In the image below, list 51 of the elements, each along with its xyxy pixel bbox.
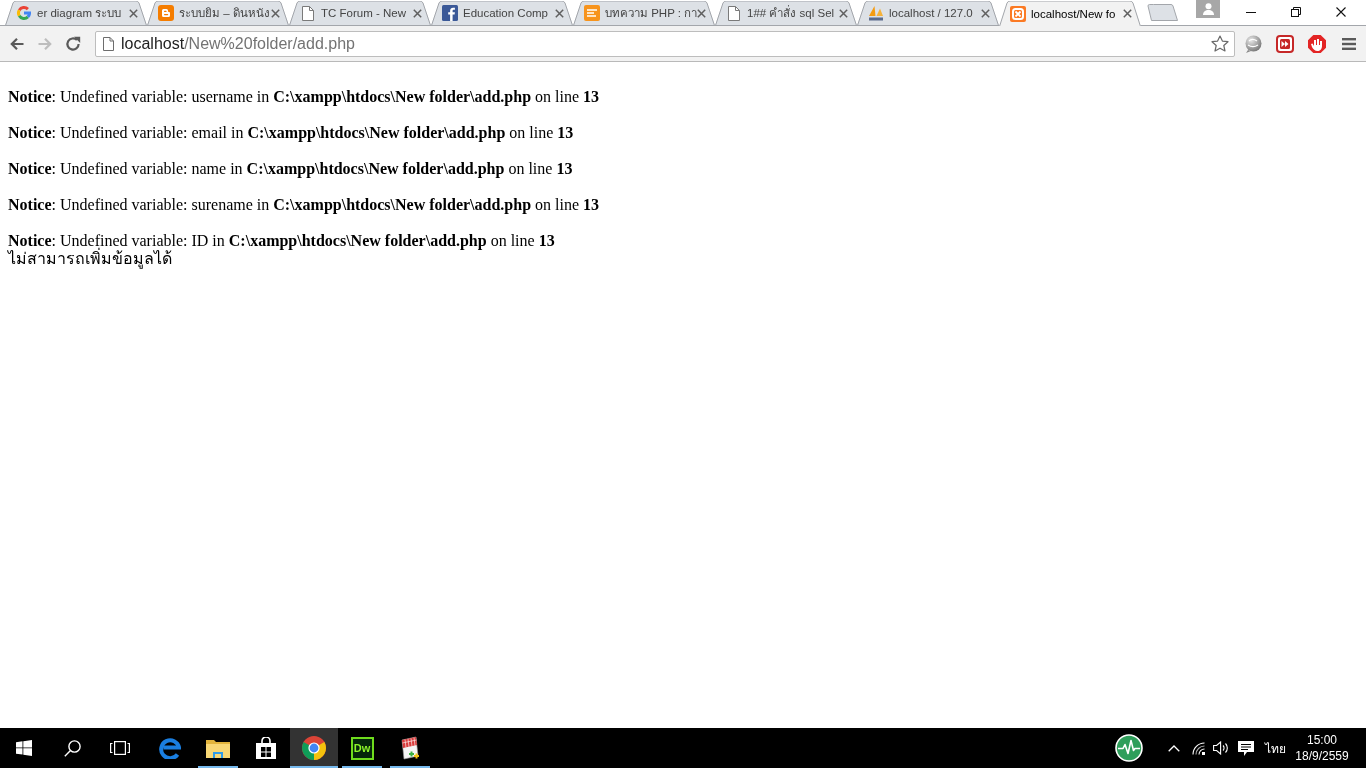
person-icon [1202, 3, 1214, 15]
notice-text: Notice: Undefined variable: email in C:\xampp\htdocs\New folder\add.php on line 13 [8, 124, 574, 142]
list-logo-icon [584, 5, 600, 21]
notice-text: Notice: Undefined variable: surename in C:\xampp\htdocs\New folder\add.php on line 13 [8, 196, 600, 214]
page-icon [728, 5, 740, 21]
b-logo-icon [158, 5, 174, 21]
e-logo-icon [159, 737, 181, 759]
taskbar-button[interactable] [290, 728, 338, 768]
notice-text: Notice: Undefined variable: name in C:\xampp\htdocs\New folder\add.php on line 13 [8, 160, 573, 178]
browser-tab[interactable]: ระบบยิม – ดินหนัง [147, 1, 289, 25]
speech-bubble-icon[interactable] [1243, 34, 1263, 53]
star-icon[interactable] [1211, 35, 1229, 52]
windows-logo-icon [16, 740, 32, 756]
clock-date[interactable]: 18/9/2559 [1295, 748, 1349, 764]
sail-logo-icon [868, 5, 884, 21]
restore-icon[interactable] [1290, 7, 1301, 17]
menu-icon[interactable] [1342, 37, 1356, 50]
shopping-bag-icon [255, 737, 277, 759]
g-logo-icon [16, 5, 32, 21]
f-logo-icon [442, 5, 458, 21]
clock-time[interactable]: 15:00 [1307, 732, 1337, 748]
notification-icon[interactable] [1238, 740, 1254, 756]
close-icon[interactable] [1335, 7, 1346, 17]
browser-tab[interactable]: er diagram ระบบ [5, 1, 147, 25]
notepad-icon [399, 736, 421, 760]
minimize-icon[interactable] [1245, 11, 1256, 13]
pulse-icon[interactable] [1115, 734, 1143, 762]
notice-text: Notice: Undefined variable: username in C:\xampp\htdocs\New folder\add.php on line 13 [8, 88, 600, 106]
language-indicator[interactable]: ไทย [1264, 738, 1286, 758]
stop-hand-icon[interactable] [1308, 34, 1326, 53]
browser-tab[interactable]: TC Forum - New [289, 1, 431, 25]
page-icon [103, 36, 114, 51]
browser-tab[interactable]: localhost / 127.0 [857, 1, 999, 25]
browser-tab[interactable]: 1## คำสั่ง sql Sel [715, 1, 857, 25]
taskbar-button[interactable]: Dw [338, 728, 386, 768]
browser-tab[interactable]: localhost/New fo [999, 1, 1141, 26]
speaker-icon[interactable] [1213, 741, 1229, 755]
page-icon [302, 5, 314, 21]
folder-icon [206, 738, 230, 758]
wifi-icon[interactable] [1192, 741, 1206, 755]
task-view-icon [110, 741, 130, 755]
browser-tab[interactable]: Education Comp [431, 1, 573, 25]
search-icon [63, 739, 81, 757]
error-message: ไม่สามารถเพิ่มข้อมูลได้ [8, 250, 172, 268]
chevron-up-icon[interactable] [1168, 744, 1180, 752]
address-field[interactable]: localhost/New%20folder/add.php [95, 30, 1235, 57]
reload-icon[interactable] [65, 35, 81, 52]
back-icon[interactable] [9, 35, 25, 52]
chrome-logo-icon [302, 736, 326, 760]
fast-forward-icon[interactable] [1276, 34, 1294, 53]
browser-tab[interactable]: บทความ PHP : กา [573, 1, 715, 25]
